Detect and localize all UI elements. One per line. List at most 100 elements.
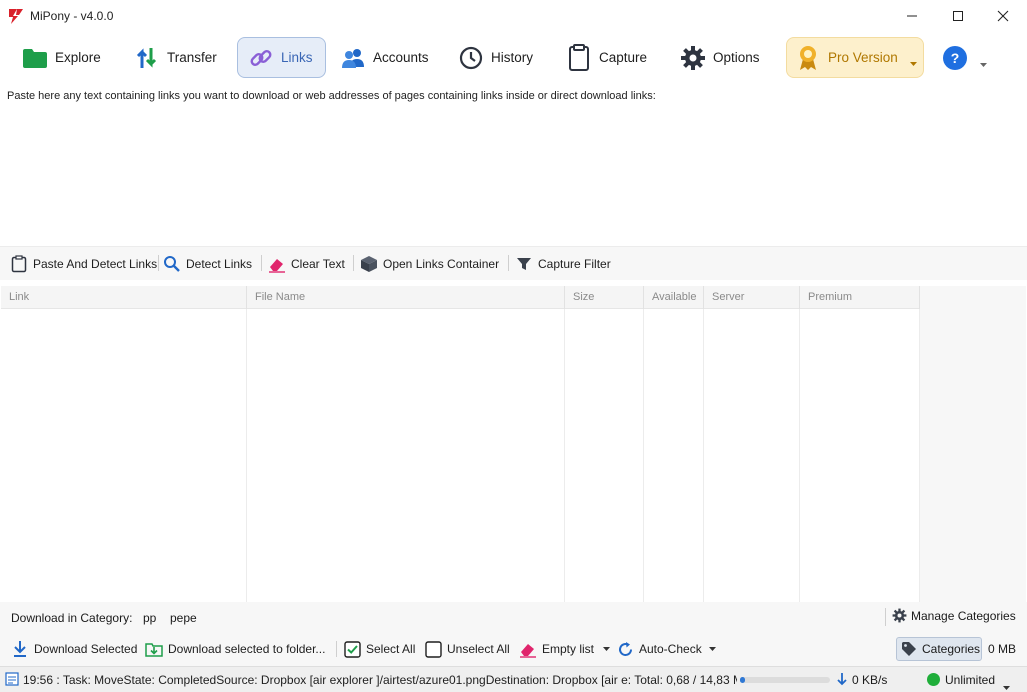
tab-capture[interactable]: Capture	[560, 37, 656, 78]
unselect-all-label: Unselect All	[447, 642, 510, 656]
filter-icon	[515, 255, 533, 273]
eraser-icon	[519, 640, 537, 658]
bottom-toolbar: Download Selected Download selected to f…	[0, 632, 1027, 666]
tab-accounts-label: Accounts	[373, 50, 429, 65]
category-option-pp[interactable]: pp	[143, 611, 156, 625]
paste-and-detect-label: Paste And Detect Links	[33, 257, 158, 271]
column-divider	[564, 309, 565, 602]
tab-history[interactable]: History	[452, 37, 542, 78]
empty-list-dropdown-arrow-icon[interactable]	[603, 647, 611, 651]
detect-links-button[interactable]: Detect Links	[163, 247, 252, 281]
speed-limit-status-icon	[927, 673, 940, 686]
mipony-logo-icon	[7, 7, 25, 25]
tab-transfer-label: Transfer	[167, 50, 217, 65]
speed-limit-dropdown-arrow-icon[interactable]	[1003, 679, 1010, 692]
links-grid[interactable]: Link File Name Size Available Server Pre…	[1, 286, 920, 602]
status-bar: 19:56 : Task: MoveState: CompletedSource…	[0, 666, 1027, 692]
clear-text-label: Clear Text	[291, 257, 345, 271]
minimize-button[interactable]	[889, 0, 935, 32]
column-header-available[interactable]: Available	[644, 286, 704, 309]
total-size-value: 0 MB	[988, 642, 1017, 656]
column-header-size[interactable]: Size	[565, 286, 644, 309]
clock-icon	[458, 45, 484, 71]
gear-icon	[892, 608, 907, 623]
clipboard-icon	[566, 43, 592, 71]
links-toolbar: Paste And Detect Links Detect Links Clea…	[0, 246, 1027, 280]
column-divider	[246, 309, 247, 602]
open-links-container-label: Open Links Container	[383, 257, 500, 271]
pro-version-button[interactable]: Pro Version	[786, 37, 924, 78]
title-bar: MiPony - v4.0.0	[0, 0, 1027, 32]
minimize-icon	[907, 15, 917, 17]
tab-options[interactable]: Options	[674, 37, 768, 78]
tag-icon	[901, 641, 917, 657]
column-header-server[interactable]: Server	[704, 286, 800, 309]
toolbar-divider	[353, 255, 354, 271]
checkbox-checked-icon	[343, 640, 361, 658]
help-dropdown-arrow-icon[interactable]	[980, 56, 987, 70]
category-option-pepe[interactable]: pepe	[170, 611, 197, 625]
close-button[interactable]	[980, 0, 1026, 32]
download-speed-value: 0 KB/s	[852, 673, 888, 687]
eraser-icon	[268, 255, 286, 273]
column-header-link[interactable]: Link	[1, 286, 247, 309]
grid-header: Link File Name Size Available Server Pre…	[1, 286, 920, 309]
category-row: Download in Category: pp pepe Manage Cat…	[0, 602, 1027, 632]
maximize-button[interactable]	[935, 0, 981, 32]
paste-links-textarea[interactable]	[1, 108, 1025, 244]
download-to-folder-label: Download selected to folder...	[168, 642, 326, 656]
help-button[interactable]: ?	[943, 46, 967, 70]
column-divider	[799, 309, 800, 602]
paste-instructions-label: Paste here any text containing links you…	[7, 90, 656, 102]
auto-check-dropdown-arrow-icon[interactable]	[708, 647, 716, 651]
tab-links[interactable]: Links	[237, 37, 326, 78]
column-divider	[703, 309, 704, 602]
empty-list-button[interactable]: Empty list	[519, 632, 611, 666]
categories-toggle-button[interactable]: Categories	[896, 637, 982, 661]
tab-explore[interactable]: Explore	[16, 37, 108, 78]
download-category-label: Download in Category:	[11, 611, 133, 625]
column-divider	[643, 309, 644, 602]
select-all-button[interactable]: Select All	[343, 632, 415, 666]
column-header-file-name[interactable]: File Name	[247, 286, 565, 309]
maximize-icon	[953, 11, 963, 21]
download-arrow-icon	[11, 640, 29, 658]
column-header-premium[interactable]: Premium	[800, 286, 920, 309]
toolbar-divider	[885, 608, 886, 626]
download-speed-arrow-icon	[837, 672, 847, 689]
users-icon	[340, 45, 366, 71]
auto-check-button[interactable]: Auto-Check	[616, 632, 716, 666]
toolbar-divider	[158, 255, 159, 271]
manage-categories-label: Manage Categories	[911, 608, 1016, 623]
box-icon	[360, 255, 378, 273]
tab-options-label: Options	[713, 50, 760, 65]
grid-empty-area	[920, 286, 1026, 602]
detect-links-label: Detect Links	[186, 257, 253, 271]
pro-version-label: Pro Version	[828, 50, 898, 65]
download-folder-icon	[145, 640, 163, 658]
empty-list-label: Empty list	[542, 642, 595, 656]
toolbar-divider	[261, 255, 262, 271]
close-icon	[997, 10, 1009, 22]
paste-and-detect-button[interactable]: Paste And Detect Links	[10, 247, 157, 281]
open-links-container-button[interactable]: Open Links Container	[360, 247, 499, 281]
categories-label: Categories	[922, 642, 981, 656]
clipboard-paste-icon	[10, 255, 28, 273]
status-message: 19:56 : Task: MoveState: CompletedSource…	[23, 673, 737, 687]
download-to-folder-button[interactable]: Download selected to folder...	[145, 632, 325, 666]
tab-links-label: Links	[281, 50, 313, 65]
pro-dropdown-arrow-icon[interactable]	[910, 55, 917, 69]
auto-check-label: Auto-Check	[639, 642, 702, 656]
clear-text-button[interactable]: Clear Text	[268, 247, 345, 281]
manage-categories-button[interactable]: Manage Categories	[892, 608, 1016, 623]
select-all-label: Select All	[366, 642, 416, 656]
unselect-all-button[interactable]: Unselect All	[424, 632, 510, 666]
speed-limit-selector[interactable]: Unlimited	[945, 673, 995, 687]
tab-accounts[interactable]: Accounts	[334, 37, 434, 78]
tab-transfer[interactable]: Transfer	[128, 37, 224, 78]
capture-filter-label: Capture Filter	[538, 257, 611, 271]
award-badge-icon	[795, 45, 821, 71]
tab-history-label: History	[491, 50, 534, 65]
download-selected-button[interactable]: Download Selected	[11, 632, 137, 666]
capture-filter-button[interactable]: Capture Filter	[515, 247, 611, 281]
